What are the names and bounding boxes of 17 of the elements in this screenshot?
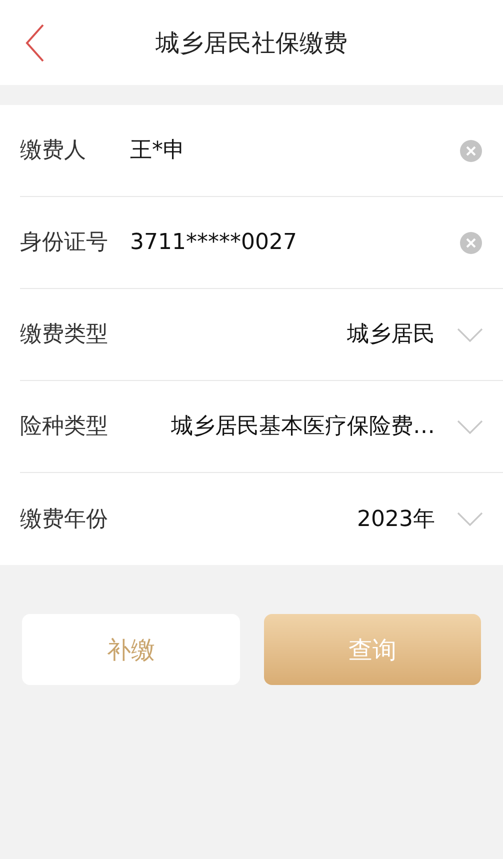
field-label: 缴费类型 [20,321,109,349]
page-title: 城乡居民社保缴费 [156,28,348,58]
select-field[interactable]: 2023年 [130,502,457,536]
chevron-down-icon [457,512,483,526]
field-label: 缴费年份 [20,506,109,534]
chevron-down-icon [457,328,483,342]
clear-icon[interactable] [459,138,483,162]
select-field[interactable]: 城乡居民 [130,318,457,351]
select-field[interactable]: 城乡居民基本医疗保险费… [130,410,457,443]
chevron-down-icon [457,420,483,434]
field-label: 身份证号 [20,229,109,257]
field-label: 险种类型 [20,413,109,441]
clear-icon[interactable] [459,230,483,254]
field-label: 缴费人 [20,137,87,165]
input-field[interactable]: 3711*****0027 [130,226,459,259]
back-icon[interactable] [25,24,45,62]
input-field[interactable]: 王*申 [130,134,459,167]
